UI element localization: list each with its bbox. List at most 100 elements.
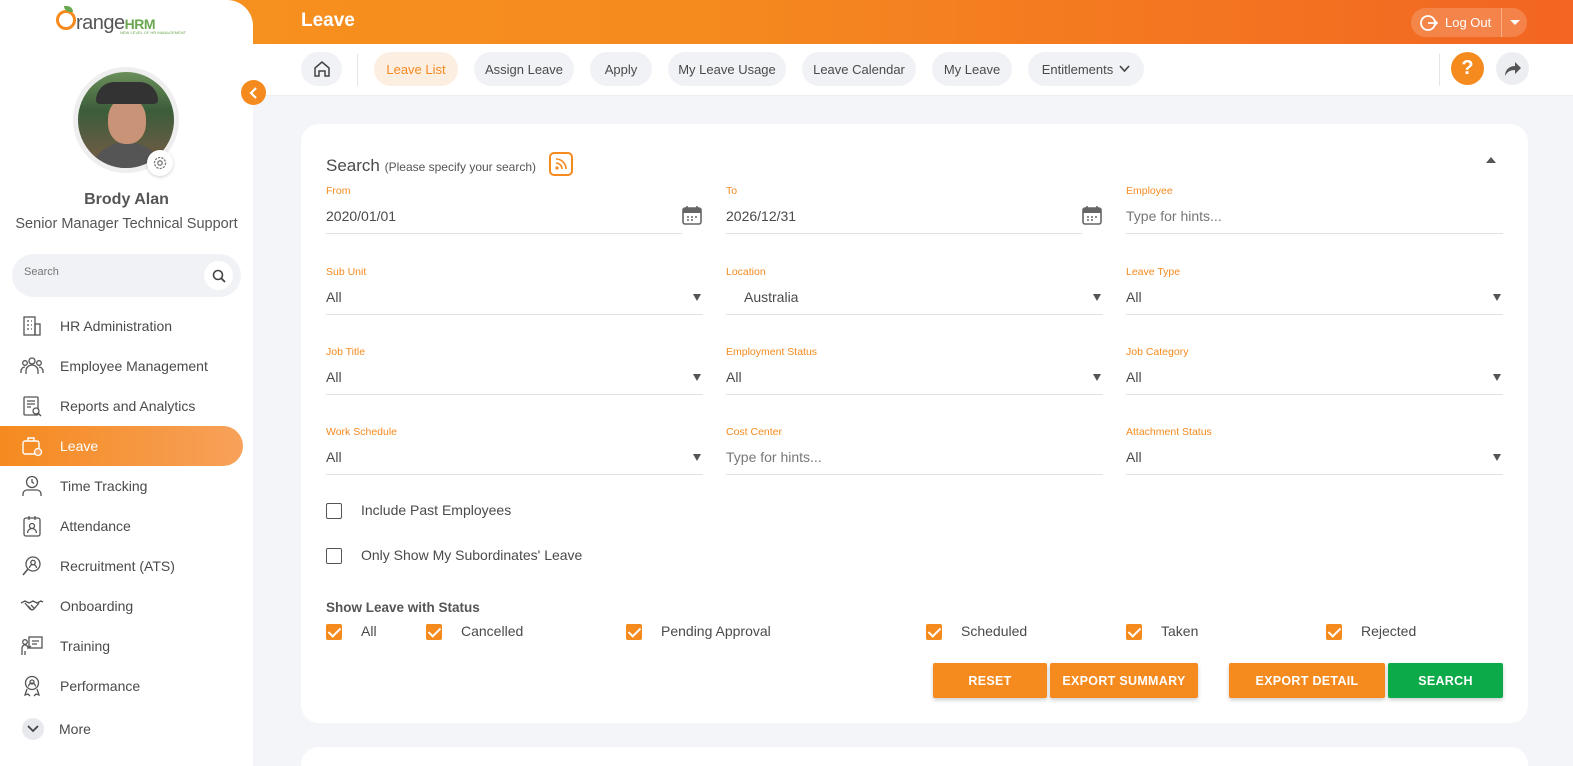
tab-leave-calendar[interactable]: Leave Calendar	[802, 52, 916, 86]
sidebar-item-label: Reports and Analytics	[60, 398, 196, 414]
from-date-field[interactable]: From 2020/01/01	[326, 185, 703, 235]
dropdown-arrow-icon	[693, 454, 701, 461]
to-date-value[interactable]: 2026/12/31	[726, 208, 796, 224]
to-date-field[interactable]: To 2026/12/31	[726, 185, 1103, 235]
dropdown-arrow-icon	[1093, 294, 1101, 301]
rss-icon	[555, 158, 567, 170]
divider	[357, 54, 358, 86]
status-section-title: Show Leave with Status	[326, 600, 480, 615]
export-detail-button[interactable]: EXPORT DETAIL	[1229, 663, 1385, 698]
cost-center-input[interactable]: Type for hints...	[726, 449, 822, 465]
job-category-select[interactable]: Job Category All	[1126, 346, 1503, 396]
results-panel	[301, 747, 1528, 766]
only-subordinates-label: Only Show My Subordinates' Leave	[361, 547, 583, 563]
sidebar: rangeHRM NEW LEVEL OF HR MANAGEMENT Brod…	[0, 0, 253, 766]
sidebar-item-reports-and-analytics[interactable]: Reports and Analytics	[0, 386, 243, 426]
rss-button[interactable]	[549, 152, 573, 176]
gear-icon	[153, 156, 167, 170]
tab-my-leave[interactable]: My Leave	[932, 52, 1012, 86]
profile-settings-button[interactable]	[147, 150, 173, 176]
recruit-icon	[22, 556, 41, 576]
report-icon	[23, 396, 42, 417]
home-icon	[313, 61, 330, 77]
sidebar-item-training[interactable]: Training	[0, 626, 243, 666]
search-icon	[212, 269, 226, 283]
sidebar-item-more[interactable]: More	[0, 709, 243, 749]
sidebar-item-leave[interactable]: Leave	[0, 426, 243, 466]
sidebar-item-label: Onboarding	[60, 598, 134, 614]
search-button[interactable]: SEARCH	[1388, 663, 1503, 698]
sidebar-item-time-tracking[interactable]: Time Tracking	[0, 466, 243, 506]
help-button[interactable]: ?	[1451, 52, 1484, 85]
sub-unit-select[interactable]: Sub Unit All	[326, 266, 703, 316]
tab-my-leave-usage[interactable]: My Leave Usage	[668, 52, 786, 86]
status-rejected-checkbox[interactable]	[1326, 624, 1342, 640]
sidebar-item-attendance[interactable]: Attendance	[0, 506, 243, 546]
logout-label: Log Out	[1445, 15, 1492, 30]
sidebar-item-employee-management[interactable]: Employee Management	[0, 346, 243, 386]
sidebar-item-label: Performance	[60, 678, 141, 694]
sidebar-item-label: Recruitment (ATS)	[60, 558, 175, 574]
employee-input[interactable]: Type for hints...	[1126, 208, 1222, 224]
job-title-select[interactable]: Job Title All	[326, 346, 703, 396]
location-select[interactable]: Location Australia	[726, 266, 1103, 316]
home-button[interactable]	[301, 52, 342, 86]
tab-assign-leave[interactable]: Assign Leave	[474, 52, 574, 86]
employee-field[interactable]: Employee Type for hints...	[1126, 185, 1503, 235]
sidebar-item-label: Time Tracking	[60, 478, 148, 494]
caret-down-icon[interactable]	[1510, 20, 1521, 25]
badge-icon	[23, 516, 41, 537]
status-taken-checkbox[interactable]	[1126, 624, 1142, 640]
share-button[interactable]	[1496, 52, 1529, 85]
sidebar-search-input[interactable]	[24, 266, 194, 278]
leave-type-select[interactable]: Leave Type All	[1126, 266, 1503, 316]
calendar-icon[interactable]	[681, 204, 703, 226]
chevron-down-icon	[22, 718, 44, 740]
from-date-value[interactable]: 2020/01/01	[326, 208, 396, 224]
dropdown-arrow-icon	[1493, 374, 1501, 381]
collapse-panel-icon[interactable]	[1486, 157, 1496, 163]
dropdown-arrow-icon	[1493, 454, 1501, 461]
include-past-employees-checkbox[interactable]	[326, 503, 342, 519]
question-icon: ?	[1461, 57, 1474, 79]
tab-entitlements[interactable]: Entitlements	[1028, 52, 1144, 86]
chevron-down-icon	[1119, 65, 1130, 73]
sidebar-item-recruitment[interactable]: Recruitment (ATS)	[0, 546, 243, 586]
only-subordinates-checkbox[interactable]	[326, 548, 342, 564]
tab-leave-list[interactable]: Leave List	[374, 52, 458, 86]
dropdown-arrow-icon	[693, 374, 701, 381]
user-name: Brody Alan	[84, 191, 169, 208]
sidebar-item-label: Attendance	[60, 518, 131, 534]
sidebar-item-performance[interactable]: Performance	[0, 666, 243, 706]
sidebar-item-label: Leave	[60, 438, 99, 454]
sidebar-item-label: HR Administration	[60, 318, 173, 334]
handshake-icon	[20, 600, 44, 611]
status-label: All	[361, 623, 377, 639]
attachment-status-select[interactable]: Attachment Status All	[1126, 426, 1503, 476]
sidebar-item-label: More	[59, 721, 91, 737]
sidebar-item-onboarding[interactable]: Onboarding	[0, 586, 243, 626]
orangehrm-logo[interactable]: rangeHRM NEW LEVEL OF HR MANAGEMENT	[56, 6, 196, 38]
status-label: Scheduled	[961, 623, 1028, 639]
dropdown-arrow-icon	[693, 294, 701, 301]
reset-button[interactable]: RESET	[933, 663, 1047, 698]
logout-button[interactable]: Log Out	[1411, 8, 1527, 37]
share-arrow-icon	[1504, 61, 1521, 76]
sidebar-item-hr-administration[interactable]: HR Administration	[0, 306, 243, 346]
status-scheduled-checkbox[interactable]	[926, 624, 942, 640]
sidebar-item-label: Training	[60, 638, 111, 654]
work-schedule-select[interactable]: Work Schedule All	[326, 426, 703, 476]
building-icon	[23, 316, 41, 336]
status-pending-approval-checkbox[interactable]	[626, 624, 642, 640]
calendar-icon[interactable]	[1081, 204, 1103, 226]
sidebar-collapse-button[interactable]	[241, 80, 266, 105]
status-cancelled-checkbox[interactable]	[426, 624, 442, 640]
employment-status-select[interactable]: Employment Status All	[726, 346, 1103, 396]
status-all-checkbox[interactable]	[326, 624, 342, 640]
sidebar-search-button[interactable]	[204, 261, 233, 290]
export-summary-button[interactable]: EXPORT SUMMARY	[1050, 663, 1198, 698]
status-label: Pending Approval	[661, 623, 771, 639]
cost-center-field[interactable]: Cost Center Type for hints...	[726, 426, 1103, 476]
tab-apply[interactable]: Apply	[590, 52, 652, 86]
status-label: Rejected	[1361, 623, 1417, 639]
